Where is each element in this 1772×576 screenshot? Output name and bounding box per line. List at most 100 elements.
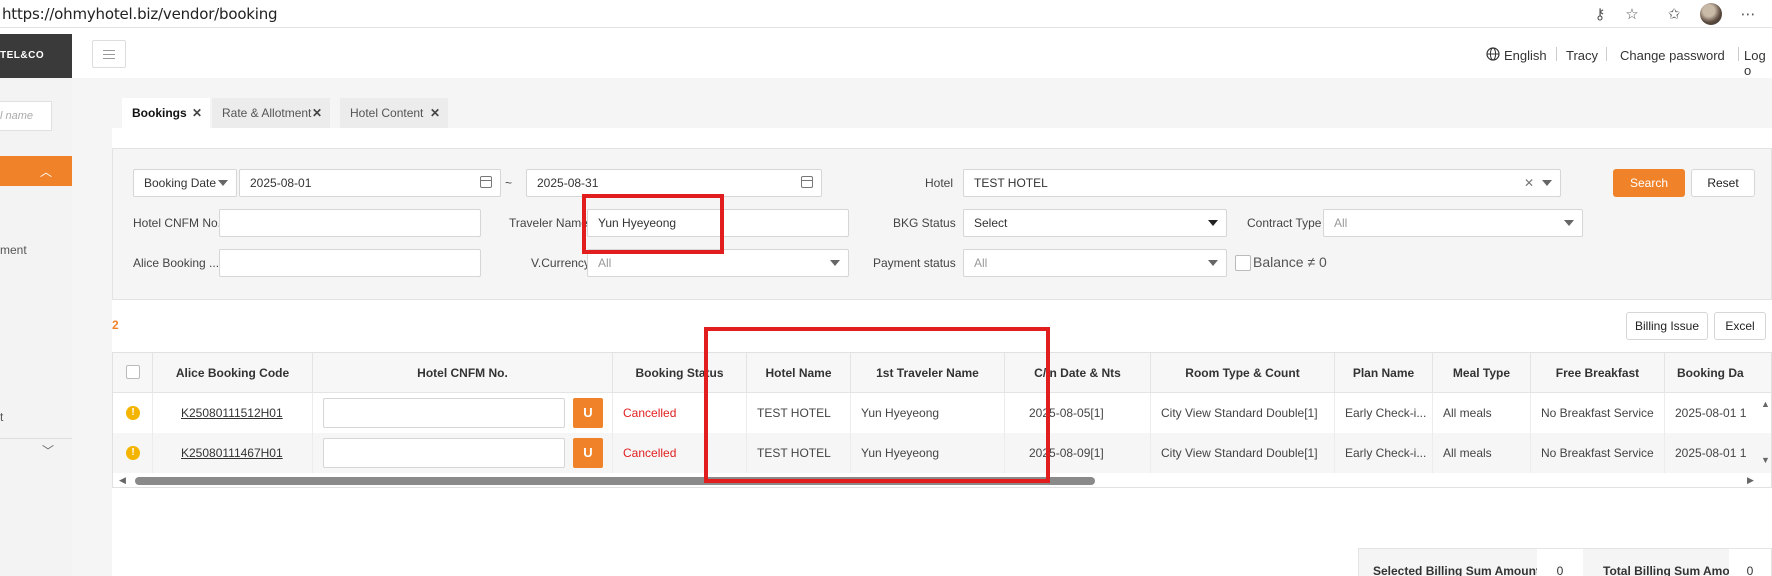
key-icon[interactable]: ⚷ <box>1590 4 1610 24</box>
booking-code-link[interactable]: K25080111512H01 <box>181 406 283 420</box>
vcurrency-value: All <box>598 256 612 270</box>
bkg-status-select[interactable]: Select <box>963 209 1227 237</box>
column-header[interactable]: Booking Status <box>613 353 747 393</box>
tab-hotel-content[interactable]: Hotel Content ✕ <box>340 98 448 128</box>
horizontal-scrollbar[interactable]: ◀ ▶ <box>113 473 1771 487</box>
calendar-icon[interactable] <box>480 176 492 188</box>
sidebar: TEL&CO l name ︿ ment t ﹀ <box>0 34 72 576</box>
profile-avatar[interactable] <box>1700 3 1722 25</box>
scroll-up-icon[interactable]: ▲ <box>1761 399 1770 409</box>
column-header[interactable]: Hotel CNFM No. <box>313 353 613 393</box>
booking-code-cell[interactable]: K25080111512H01 <box>153 393 313 433</box>
logout-link[interactable]: Log o <box>1744 48 1772 78</box>
calendar-icon[interactable] <box>801 176 813 188</box>
checkin-cell: 2025-08-05[1] <box>1005 393 1151 433</box>
checkin-cell: 2025-08-09[1] <box>1005 433 1151 473</box>
favorites-icon[interactable]: ✩ <box>1664 4 1684 24</box>
total-billing-label: Total Billing Sum Amount <box>1603 564 1749 576</box>
top-header: English Tracy Change password Log o <box>72 34 1772 78</box>
room-cell: City View Standard Double[1] <box>1151 433 1335 473</box>
excel-button[interactable]: Excel <box>1714 312 1766 340</box>
meal-cell: All meals <box>1433 393 1531 433</box>
sidebar-item-partial[interactable]: ment <box>0 243 27 257</box>
update-button[interactable]: U <box>573 398 603 428</box>
caret-down-icon <box>218 180 228 186</box>
scroll-right-icon[interactable]: ▶ <box>1747 475 1754 486</box>
divider <box>0 438 72 439</box>
date-to-input[interactable]: 2025-08-31 <box>526 169 822 197</box>
caret-down-icon <box>830 260 840 266</box>
logo[interactable]: TEL&CO <box>0 34 72 78</box>
scroll-down-icon[interactable]: ▼ <box>1761 455 1770 465</box>
balance-checkbox[interactable] <box>1235 255 1251 271</box>
column-header[interactable]: Free Breakfast <box>1531 353 1665 393</box>
sidebar-search-input[interactable]: l name <box>0 101 52 131</box>
reset-button[interactable]: Reset <box>1691 169 1755 197</box>
alice-booking-input[interactable] <box>219 249 481 277</box>
room-cell: City View Standard Double[1] <box>1151 393 1335 433</box>
vcurrency-select[interactable]: All <box>587 249 849 277</box>
menu-toggle-button[interactable] <box>92 40 126 68</box>
close-icon[interactable]: ✕ <box>192 98 202 128</box>
more-icon[interactable]: ⋯ <box>1738 4 1758 24</box>
traveler-name-input[interactable]: Yun Hyeyeong <box>587 209 849 237</box>
star-icon[interactable]: ☆ <box>1622 4 1642 24</box>
close-icon[interactable]: ✕ <box>312 98 322 128</box>
alice-booking-label: Alice Booking ... <box>133 256 220 270</box>
divider <box>1738 47 1739 61</box>
breakfast-cell: No Breakfast Service <box>1531 433 1665 473</box>
sidebar-item-active[interactable]: ︿ <box>0 156 72 186</box>
plan-cell: Early Check-i... <box>1335 393 1433 433</box>
filter-panel: Booking Date 2025-08-01 ~ 2025-08-31 Hot… <box>112 148 1772 300</box>
hotel-cnfm-input[interactable] <box>219 209 481 237</box>
payment-status-select[interactable]: All <box>963 249 1227 277</box>
date-separator: ~ <box>505 176 513 190</box>
status-cell: Cancelled <box>613 433 747 473</box>
chevron-down-icon[interactable]: ﹀ <box>42 442 54 459</box>
scroll-left-icon[interactable]: ◀ <box>119 475 126 486</box>
tab-label: Rate & Allotment <box>222 106 312 120</box>
scrollbar-thumb[interactable] <box>135 477 1095 485</box>
close-icon[interactable]: ✕ <box>430 98 440 128</box>
meal-cell: All meals <box>1433 433 1531 473</box>
select-all-checkbox[interactable] <box>126 365 140 379</box>
traveler-name-label: Traveler Name <box>509 216 588 230</box>
column-header[interactable]: Hotel Name <box>747 353 851 393</box>
tab-bookings[interactable]: Bookings ✕ <box>122 98 210 128</box>
billing-issue-button[interactable]: Billing Issue <box>1626 312 1708 340</box>
date-type-select[interactable]: Booking Date <box>133 169 237 197</box>
payment-status-label: Payment status <box>873 256 956 270</box>
booking-date-cell: 2025-08-01 1 <box>1665 393 1771 433</box>
column-header[interactable]: Room Type & Count <box>1151 353 1335 393</box>
booking-code-cell[interactable]: K25080111467H01 <box>153 433 313 473</box>
column-header[interactable]: C/In Date & Nts <box>1005 353 1151 393</box>
hotel-cnfm-row-input[interactable] <box>323 438 565 468</box>
clear-icon[interactable]: ✕ <box>1524 170 1534 196</box>
update-button[interactable]: U <box>573 438 603 468</box>
column-header[interactable]: Booking Da <box>1665 353 1771 393</box>
selected-billing-value: 0 <box>1537 549 1583 576</box>
total-billing-value: 0 <box>1729 549 1771 576</box>
address-bar[interactable]: https://ohmyhotel.biz/vendor/booking <box>2 5 278 23</box>
tab-rate-allotment[interactable]: Rate & Allotment ✕ <box>212 98 330 128</box>
column-header[interactable]: Meal Type <box>1433 353 1531 393</box>
hotel-label: Hotel <box>925 176 954 190</box>
column-header[interactable]: 1st Traveler Name <box>851 353 1005 393</box>
hotel-select[interactable]: TEST HOTEL ✕ <box>963 169 1561 197</box>
date-from-input[interactable]: 2025-08-01 <box>239 169 501 197</box>
bkg-status-value: Select <box>974 216 1008 230</box>
row-status-cell: ! <box>113 393 153 433</box>
booking-code-link[interactable]: K25080111467H01 <box>181 446 283 460</box>
tab-label: Bookings <box>132 106 187 120</box>
contract-type-select[interactable]: All <box>1323 209 1583 237</box>
search-button[interactable]: Search <box>1613 169 1685 197</box>
result-count: 2 <box>112 318 119 332</box>
hotel-name-cell: TEST HOTEL <box>747 433 851 473</box>
column-header[interactable]: Plan Name <box>1335 353 1433 393</box>
sidebar-item-partial[interactable]: t <box>0 410 3 424</box>
column-header[interactable]: Alice Booking Code <box>153 353 313 393</box>
language-selector[interactable]: English <box>1504 48 1547 63</box>
hotel-cnfm-row-input[interactable] <box>323 398 565 428</box>
user-name-link[interactable]: Tracy <box>1566 48 1598 63</box>
change-password-link[interactable]: Change password <box>1620 48 1725 63</box>
